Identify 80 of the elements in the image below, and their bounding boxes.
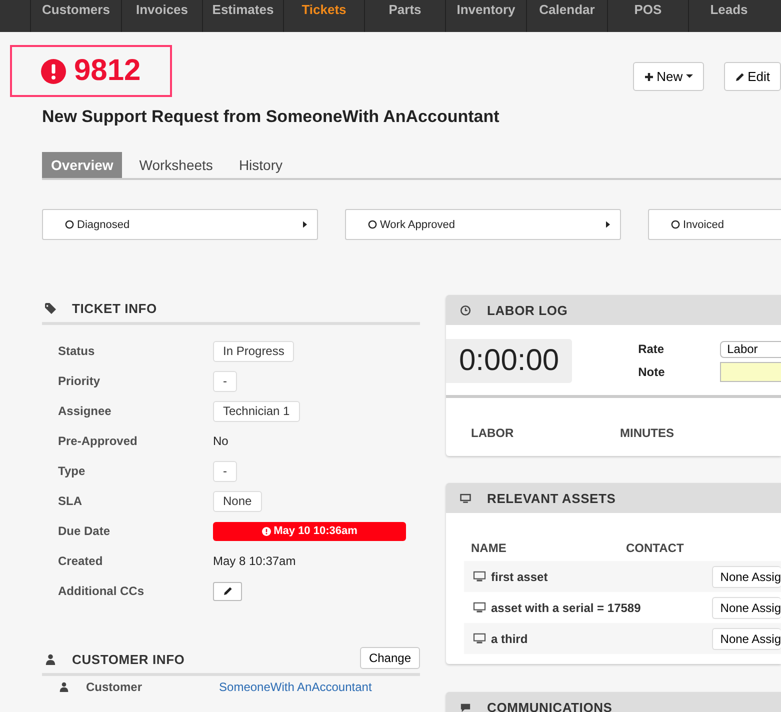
field-value: No xyxy=(213,434,228,448)
page-tab[interactable]: History xyxy=(230,152,292,178)
rate-select[interactable]: Labor xyxy=(720,340,781,358)
page-tab[interactable]: Overview xyxy=(42,152,122,178)
panel-title: RELEVANT ASSETS xyxy=(487,490,616,506)
contact-select[interactable]: None Assig xyxy=(712,596,781,618)
change-button[interactable]: Change xyxy=(360,647,420,669)
asset-name: first asset xyxy=(491,570,548,584)
person-icon xyxy=(59,682,69,692)
timer-display: 0:00:00 xyxy=(446,339,572,383)
field-dropdown[interactable]: In Progress xyxy=(213,340,294,362)
column-header: NAME xyxy=(471,541,508,555)
field-label: Created xyxy=(58,554,104,568)
contact-select[interactable]: None Assig xyxy=(712,628,781,650)
monitor-icon xyxy=(473,633,486,644)
person-icon xyxy=(45,654,56,665)
field-value: May 8 10:37am xyxy=(213,554,296,568)
stage-button[interactable]: Invoiced xyxy=(648,209,781,240)
field-dropdown[interactable]: None xyxy=(213,490,262,512)
nav-tab[interactable]: Calendar xyxy=(526,0,607,32)
field-dropdown[interactable]: - xyxy=(213,370,237,392)
field-label: Type xyxy=(58,464,86,478)
nav-tab[interactable]: Parts xyxy=(364,0,445,32)
clock-icon xyxy=(460,304,471,316)
field-label: Note xyxy=(638,364,666,378)
action-button[interactable]: Edit xyxy=(724,62,781,91)
circle-icon xyxy=(671,220,680,229)
circle-icon xyxy=(65,220,74,229)
contact-select[interactable]: None Assig xyxy=(712,566,781,588)
field-label: SLA xyxy=(58,494,83,508)
column-header: MINUTES xyxy=(620,426,675,440)
column-header: LABOR xyxy=(471,426,515,440)
nav-tab[interactable]: Tickets xyxy=(283,0,364,32)
edit-button[interactable] xyxy=(213,582,242,600)
stage-button[interactable]: Work Approved xyxy=(345,209,621,240)
ticket-subject: New Support Request from SomeoneWith AnAccountant xyxy=(42,107,500,127)
customer-link[interactable]: SomeoneWith AnAccountant xyxy=(219,680,372,694)
alert-icon xyxy=(41,58,66,84)
field-label: Rate xyxy=(638,342,666,356)
field-label: Status xyxy=(58,344,96,358)
panel-title: COMMUNICATIONS xyxy=(487,700,612,712)
asset-name: a third xyxy=(491,632,528,646)
monitor-icon xyxy=(473,602,486,613)
nav-tab[interactable]: Estimates xyxy=(202,0,283,32)
tag-icon xyxy=(45,303,56,314)
field-label: Additional CCs xyxy=(58,584,145,598)
alert-icon xyxy=(262,526,271,536)
pencil-icon xyxy=(222,586,232,596)
monitor-icon xyxy=(473,571,486,582)
field-label: Customer xyxy=(86,680,142,694)
ticket-number: 9812 xyxy=(74,54,141,88)
field-dropdown[interactable]: - xyxy=(213,460,237,482)
field-dropdown[interactable]: Technician 1 xyxy=(213,400,300,422)
section-title: TICKET INFO xyxy=(72,301,157,316)
plus-icon xyxy=(644,72,654,82)
column-header: CONTACT xyxy=(626,541,685,555)
caret-icon xyxy=(303,221,307,228)
stage-button[interactable]: Diagnosed xyxy=(42,209,318,240)
panel-title: LABOR LOG xyxy=(487,302,568,318)
action-button[interactable]: New xyxy=(632,62,704,91)
caret-icon xyxy=(606,221,610,228)
field-label: Pre-Approved xyxy=(58,434,138,448)
monitor-icon xyxy=(460,492,471,504)
asset-name: asset with a serial = 17589 xyxy=(491,600,641,614)
due-date: May 10 10:36am xyxy=(274,525,358,537)
field-label: Due Date xyxy=(58,524,112,538)
nav-tab[interactable]: Inventory xyxy=(445,0,526,32)
chat-icon xyxy=(460,702,471,712)
caret-icon xyxy=(686,74,693,79)
section-title: CUSTOMER INFO xyxy=(72,652,185,667)
nav-tab[interactable]: Leads xyxy=(688,0,769,32)
nav-tab[interactable]: POS xyxy=(607,0,688,32)
page-tab[interactable]: Worksheets xyxy=(130,152,222,178)
note-input[interactable] xyxy=(720,362,781,382)
pencil-icon xyxy=(734,72,745,82)
field-label: Assignee xyxy=(58,404,112,418)
nav-tab[interactable]: Invoices xyxy=(121,0,202,32)
nav-tab[interactable]: Customers xyxy=(30,0,121,32)
field-label: Priority xyxy=(58,374,102,388)
circle-icon xyxy=(368,220,377,229)
